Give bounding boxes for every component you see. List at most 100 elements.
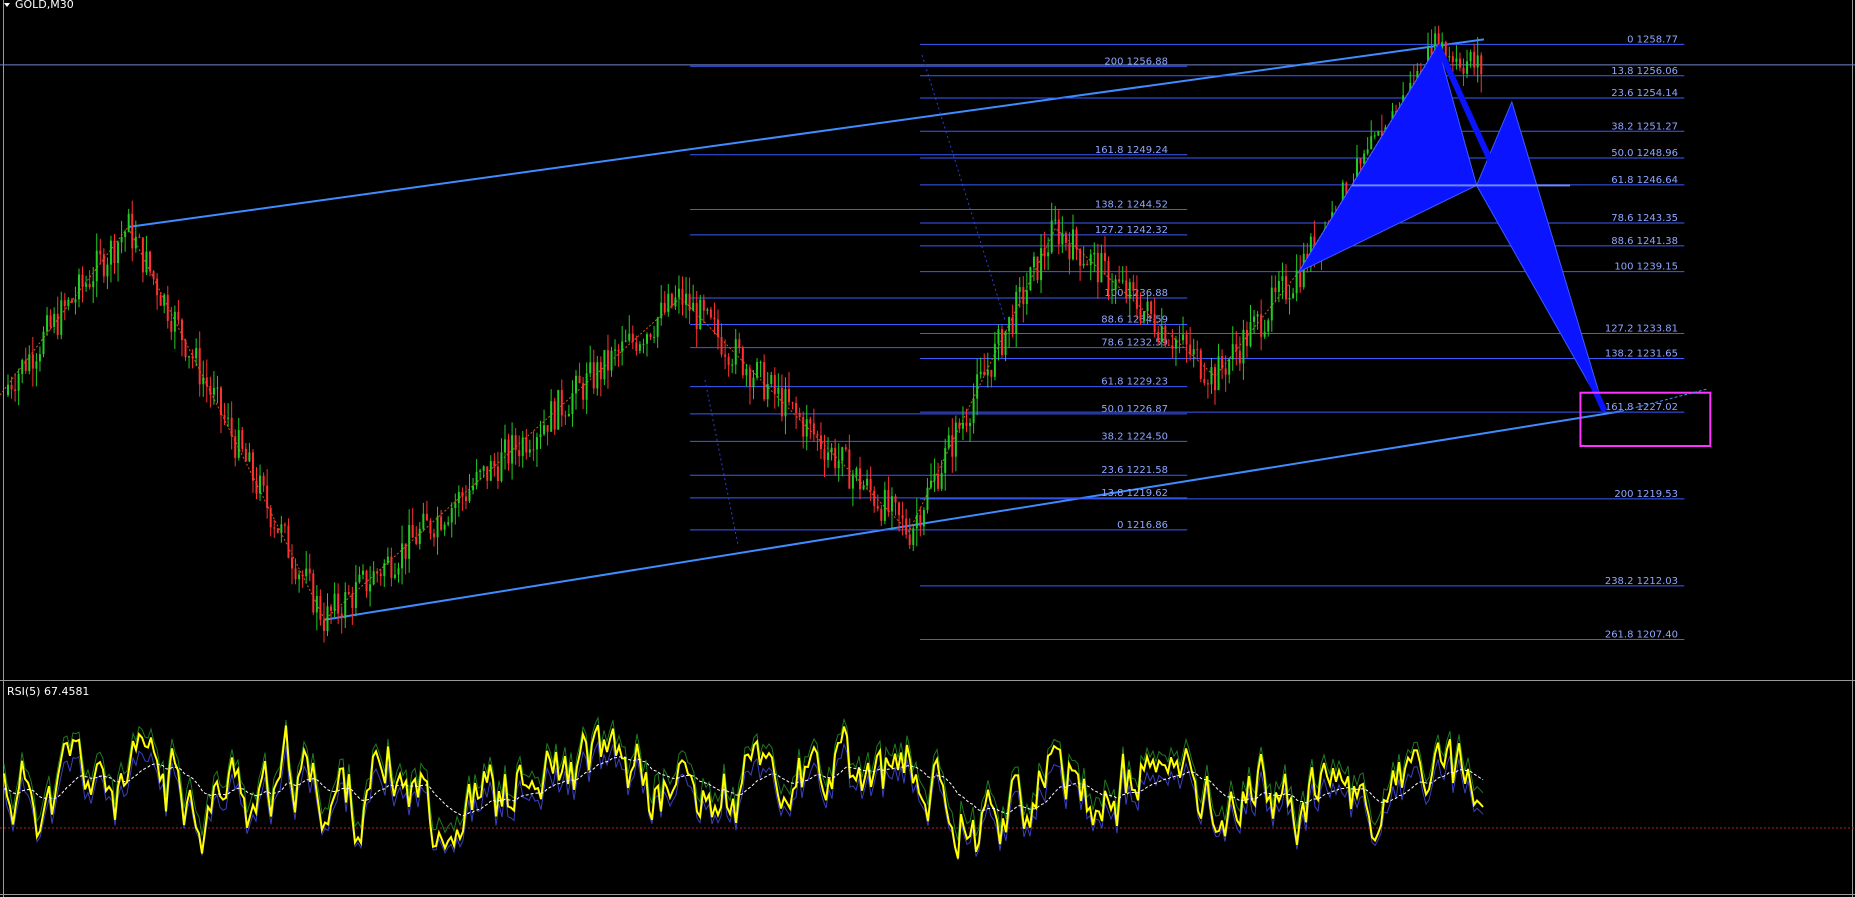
candle-body bbox=[131, 213, 134, 249]
candle-body bbox=[362, 570, 364, 575]
candle-body bbox=[1011, 317, 1014, 334]
candle-body bbox=[930, 480, 932, 488]
candle-body bbox=[986, 369, 989, 376]
candle-body bbox=[702, 299, 705, 311]
candle-body bbox=[88, 283, 91, 288]
candle-body bbox=[1111, 289, 1114, 291]
candle-body bbox=[464, 496, 467, 502]
candle-body bbox=[784, 389, 787, 417]
candle-body bbox=[969, 423, 972, 426]
candle-body bbox=[273, 527, 276, 529]
candle-body bbox=[1153, 313, 1156, 333]
fib-retracement-1[interactable]: 200 1256.88 161.8 1249.24 138.2 1244.52 127… bbox=[690, 54, 1188, 546]
candle-body bbox=[575, 375, 577, 394]
rsi-panel[interactable] bbox=[0, 715, 1855, 861]
candle-body bbox=[1377, 131, 1380, 136]
fib1-level-label: 88.6 1234.59 bbox=[1101, 314, 1168, 325]
candle-body bbox=[756, 362, 759, 378]
candle-body bbox=[496, 466, 499, 481]
candle-body bbox=[660, 302, 663, 319]
candle-body bbox=[1075, 229, 1078, 250]
candle-body bbox=[301, 574, 304, 577]
candle-body bbox=[433, 533, 435, 538]
candle-body bbox=[237, 430, 240, 458]
candle-body bbox=[241, 430, 244, 449]
candle-body bbox=[543, 425, 546, 435]
candle-body bbox=[788, 389, 790, 403]
candle-body bbox=[1157, 332, 1160, 342]
candle-body bbox=[951, 435, 954, 457]
candle-body bbox=[578, 375, 581, 384]
candle-body bbox=[1164, 326, 1167, 345]
fib1-level-label: 138.2 1244.52 bbox=[1095, 199, 1168, 210]
candle-body bbox=[972, 398, 975, 424]
candle-body bbox=[312, 573, 315, 613]
fib2-level-label: 13.8 1256.06 bbox=[1611, 66, 1678, 77]
candle-body bbox=[1285, 276, 1287, 300]
candle-body bbox=[1072, 229, 1074, 260]
candle-body bbox=[475, 471, 478, 486]
candle-body bbox=[1458, 58, 1461, 68]
candle-body bbox=[1146, 301, 1149, 312]
candle-body bbox=[628, 333, 631, 341]
candle-body bbox=[21, 360, 24, 374]
candle-body bbox=[70, 299, 73, 303]
candle-body bbox=[908, 534, 911, 545]
candle-body bbox=[1473, 51, 1476, 68]
candle-body bbox=[1004, 331, 1007, 355]
candle-body bbox=[145, 251, 148, 273]
window-menu-icon[interactable] bbox=[4, 3, 10, 7]
price-chart[interactable]: 200 1256.88 161.8 1249.24 138.2 1244.52 127… bbox=[0, 0, 1855, 897]
candle-body bbox=[1370, 136, 1373, 150]
rsi-band-upper bbox=[3, 715, 1484, 841]
candle-body bbox=[1086, 263, 1089, 266]
candle-body bbox=[1277, 280, 1280, 292]
candle-body bbox=[709, 309, 712, 318]
candle-body bbox=[1100, 253, 1103, 283]
candle-body bbox=[759, 362, 762, 364]
candle-body bbox=[1214, 367, 1216, 391]
chart-window[interactable]: 200 1256.88 161.8 1249.24 138.2 1244.52 127… bbox=[0, 0, 1855, 897]
fib2-level-label: 23.6 1254.14 bbox=[1611, 88, 1678, 99]
fib2-level-label: 78.6 1243.35 bbox=[1611, 213, 1678, 224]
candle-body bbox=[912, 528, 915, 545]
candle-body bbox=[500, 452, 503, 481]
candle-body bbox=[944, 447, 947, 473]
candle-body bbox=[269, 508, 272, 528]
candle-body bbox=[227, 417, 230, 419]
fib1-level-label: 0 1216.86 bbox=[1117, 520, 1168, 531]
candle-body bbox=[202, 377, 205, 385]
candle-body bbox=[649, 334, 652, 338]
fib2-level-label: 161.8 1227.02 bbox=[1605, 402, 1678, 413]
channel-upper-line bbox=[127, 38, 1485, 229]
fib2-level-label: 88.6 1241.38 bbox=[1611, 236, 1678, 247]
candle-body bbox=[220, 387, 222, 416]
candle-body bbox=[1015, 291, 1018, 334]
candle-body bbox=[564, 415, 567, 417]
candle-body bbox=[606, 350, 609, 371]
fib2-level-label: 238.2 1212.03 bbox=[1605, 576, 1678, 587]
candle-body bbox=[351, 593, 354, 608]
candle-body bbox=[461, 492, 464, 497]
candle-body bbox=[624, 340, 627, 342]
candle-body bbox=[166, 294, 169, 321]
candle-body bbox=[156, 278, 159, 296]
candle-body bbox=[646, 334, 648, 344]
candle-body bbox=[898, 502, 901, 516]
fib2-level-label: 138.2 1231.65 bbox=[1605, 349, 1678, 360]
candle-body bbox=[390, 556, 393, 578]
candle-body bbox=[376, 571, 379, 574]
candle-body bbox=[926, 487, 929, 511]
candle-body bbox=[862, 485, 865, 490]
candle-body bbox=[844, 447, 847, 450]
candle-body bbox=[983, 371, 986, 376]
candle-body bbox=[745, 368, 748, 376]
candle-body bbox=[1018, 287, 1021, 292]
harmonic-pattern[interactable] bbox=[1297, 43, 1608, 413]
candle-body bbox=[1160, 326, 1163, 342]
candle-body bbox=[92, 281, 95, 288]
candle-body bbox=[393, 574, 396, 578]
candle-body bbox=[734, 339, 737, 365]
candle-body bbox=[1064, 232, 1067, 243]
candle-body bbox=[1171, 345, 1174, 349]
